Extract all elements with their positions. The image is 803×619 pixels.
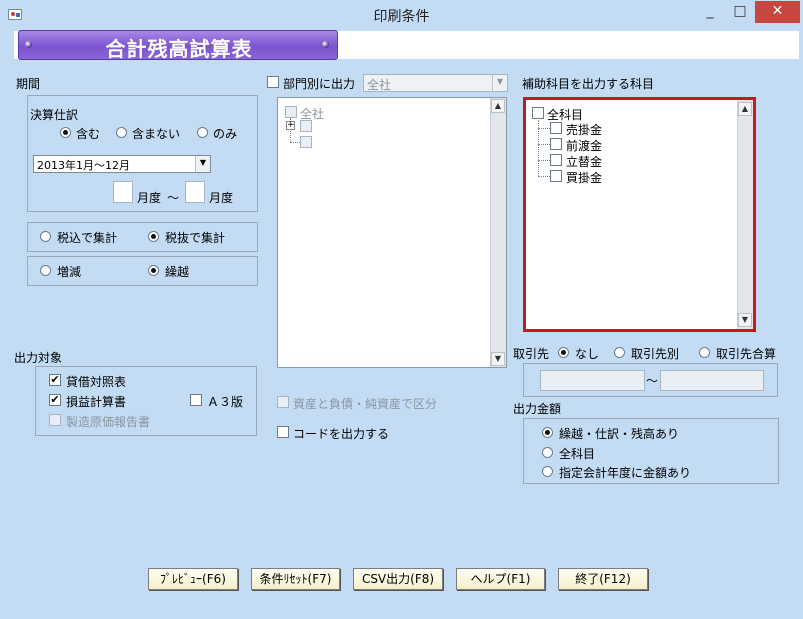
scroll-down-icon[interactable]: ▼ [491,352,505,366]
month-to-suffix: 月度 [209,191,234,205]
settlement-exclude-label: 含まない [132,127,181,141]
client-from-input[interactable] [540,370,645,391]
all-accounts-checkbox[interactable] [532,107,544,119]
settlement-exclude-radio[interactable] [116,127,127,138]
client-label: 取引先 [513,347,550,361]
output-target-label: 出力対象 [14,351,63,365]
income-statement-label: 損益計算書 [66,395,127,409]
scroll-up-icon[interactable]: ▲ [738,102,752,116]
sub-account-label-advance: 前渡金 [566,139,603,153]
chevron-down-icon[interactable]: ▼ [492,75,507,91]
settlement-include-radio[interactable] [60,127,71,138]
manufacturing-cost-label: 製造原価報告書 [66,415,151,429]
balance-carry-radio[interactable] [148,265,159,276]
sub-accounts-label: 補助科目を出力する科目 [522,77,655,91]
settlement-include-label: 含む [76,127,101,141]
a3-checkbox[interactable] [190,394,202,406]
sub-account-label-reimbursement: 立替金 [566,155,603,169]
sub-accounts-scrollbar[interactable]: ▲ ▼ [737,100,753,329]
scroll-up-icon[interactable]: ▲ [491,99,505,113]
amount-all-label: 全科目 [559,447,596,461]
client-none-label: なし [575,347,600,361]
sub-account-checkbox-payable[interactable] [550,170,562,182]
department-tree[interactable]: 全社 + ▲ ▼ [277,97,507,368]
period-range-value: 2013年1月～12月 [37,159,130,172]
sub-account-checkbox-reimbursement[interactable] [550,154,562,166]
manufacturing-cost-checkbox[interactable] [49,414,61,426]
tax-included-label: 税込で集計 [57,231,118,245]
amount-all-radio[interactable] [542,447,553,458]
settlement-only-radio[interactable] [197,127,208,138]
close-button[interactable]: ✕ [755,1,800,23]
sub-account-label-receivable: 売掛金 [566,123,603,137]
department-checkbox[interactable] [267,76,279,88]
report-title: 合計残高試算表 [105,37,253,61]
month-to-input[interactable] [185,181,205,203]
balance-change-label: 増減 [57,265,82,279]
department-label: 部門別に出力 [283,77,356,91]
sub-account-label-payable: 買掛金 [566,171,603,185]
amount-activity-label: 繰越・仕訳・残高あり [559,427,680,441]
tax-excluded-label: 税抜で集計 [165,231,226,245]
csv-export-button[interactable]: CSV出力(F8) [353,568,443,590]
client-combined-radio[interactable] [699,347,710,358]
window-title: 印刷条件 [373,9,430,25]
client-none-radio[interactable] [558,347,569,358]
tree-line [538,160,550,161]
tree-line [538,176,550,177]
tree-line [290,142,300,143]
month-tilde: ～ [167,191,180,205]
scroll-down-icon[interactable]: ▼ [738,313,752,327]
month-from-suffix: 月度 [137,191,162,205]
department-item-checkbox[interactable] [300,120,312,132]
department-root-checkbox[interactable] [285,106,297,118]
gem-right-icon [322,41,329,48]
tree-line [538,128,550,129]
asset-split-checkbox[interactable] [277,396,289,408]
maximize-button[interactable]: □ [725,1,755,23]
balance-change-radio[interactable] [40,265,51,276]
exit-button[interactable]: 終了(F12) [558,568,648,590]
chevron-down-icon[interactable]: ▼ [195,156,210,172]
amount-label: 出力金額 [513,402,562,416]
help-button[interactable]: ヘルプ(F1) [456,568,545,590]
sub-account-checkbox-advance[interactable] [550,138,562,150]
minimize-button[interactable]: _ [695,1,725,23]
tree-line [538,144,550,145]
balance-sheet-checkbox[interactable]: ✔ [49,374,61,386]
department-select-value: 全社 [367,78,392,92]
reset-button[interactable]: 条件ﾘｾｯﾄ(F7) [251,568,340,590]
a3-label: Ａ３版 [207,395,244,409]
month-from-input[interactable] [113,181,133,203]
period-range-select[interactable]: 2013年1月～12月 ▼ [33,155,211,173]
sub-accounts-tree[interactable]: 全科目 売掛金 前渡金 立替金 買掛金 ▲ ▼ [523,97,756,332]
amount-fiscal-radio[interactable] [542,466,553,477]
settlement-label: 決算仕訳 [30,108,79,122]
report-title-box: 合計残高試算表 [18,30,338,61]
client-tilde: ～ [646,374,659,388]
client-combined-label: 取引先合算 [716,347,777,361]
code-output-label: コードを出力する [293,427,390,441]
department-item-checkbox[interactable] [300,136,312,148]
balance-sheet-label: 貸借対照表 [66,375,127,389]
balance-carry-label: 繰越 [165,265,190,279]
client-by-client-radio[interactable] [614,347,625,358]
tax-included-radio[interactable] [40,231,51,242]
amount-activity-radio[interactable] [542,427,553,438]
settlement-only-label: のみ [213,127,238,141]
amount-fiscal-label: 指定会計年度に金額あり [559,466,692,480]
client-to-input[interactable] [660,370,764,391]
tax-excluded-radio[interactable] [148,231,159,242]
expand-icon[interactable]: + [286,121,295,130]
code-output-checkbox[interactable] [277,426,289,438]
department-scrollbar[interactable]: ▲ ▼ [490,98,506,367]
income-statement-checkbox[interactable]: ✔ [49,394,61,406]
sub-account-checkbox-receivable[interactable] [550,122,562,134]
client-by-client-label: 取引先別 [631,347,680,361]
department-select[interactable]: 全社 ▼ [363,74,508,92]
period-label: 期間 [16,77,41,91]
preview-button[interactable]: ﾌﾟﾚﾋﾞｭｰ(F6) [148,568,238,590]
asset-split-label: 資産と負債・純資産で区分 [293,397,438,411]
